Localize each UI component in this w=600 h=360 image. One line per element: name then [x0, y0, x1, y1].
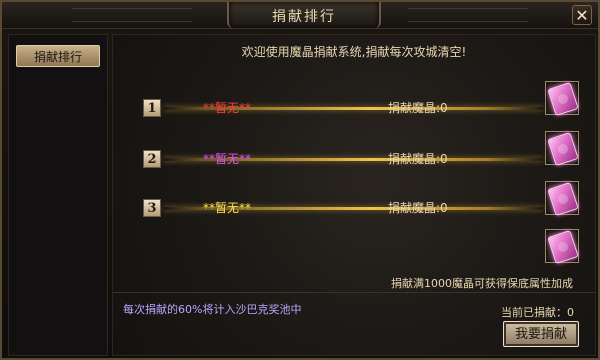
crystal-icon	[547, 229, 579, 265]
title-plate: 捐献排行	[227, 2, 381, 28]
tab-donation-ranking[interactable]: 捐献排行	[16, 45, 100, 67]
donate-button[interactable]: 我要捐献	[503, 321, 579, 347]
rank-row-1: 1 **暂无** 捐献魔晶:0	[113, 95, 543, 133]
rank-number-badge: 1	[143, 99, 161, 117]
rank-number-badge: 2	[143, 150, 161, 168]
main-panel: 欢迎使用魔晶捐献系统,捐献每次攻城清空! 1 **暂无** 捐献魔晶:0 2 *…	[112, 34, 596, 356]
divider	[113, 292, 595, 293]
crystal-icon	[547, 131, 579, 167]
title-ornament-right	[408, 8, 528, 22]
bonus-hint: 捐献满1000魔晶可获得保底属性加成	[391, 277, 573, 290]
current-donation: 当前已捐献：0	[501, 306, 574, 319]
rank-player-name: **暂无**	[203, 101, 252, 115]
title-ornament-left	[72, 8, 192, 22]
sidebar: 捐献排行	[8, 34, 108, 356]
pool-note: 每次捐献的60%将计入沙巴克奖池中	[123, 303, 302, 316]
close-icon[interactable]: ✕	[575, 6, 588, 25]
welcome-text: 欢迎使用魔晶捐献系统,捐献每次攻城清空!	[241, 45, 467, 59]
rank-donation-amount: 捐献魔晶:0	[388, 201, 448, 215]
crystal-icon	[547, 181, 579, 217]
rank-number-badge: 3	[143, 199, 161, 217]
reward-item-slot-bonus[interactable]	[545, 229, 579, 265]
rank-donation-amount: 捐献魔晶:0	[388, 101, 448, 115]
rank-row-2: 2 **暂无** 捐献魔晶:0	[113, 146, 543, 184]
donation-window: 捐献排行 ✕ 捐献排行 欢迎使用魔晶捐献系统,捐献每次攻城清空! 1 **暂无*…	[0, 0, 600, 360]
rank-row-3: 3 **暂无** 捐献魔晶:0	[113, 195, 543, 233]
reward-item-slot-1[interactable]	[545, 81, 579, 117]
window-title: 捐献排行	[272, 9, 336, 25]
rank-player-name: **暂无**	[203, 152, 252, 166]
title-bar: 捐献排行 ✕	[2, 2, 598, 29]
reward-item-slot-2[interactable]	[545, 131, 579, 167]
close-button[interactable]: ✕	[572, 5, 592, 25]
rank-player-name: **暂无**	[203, 201, 252, 215]
rank-donation-amount: 捐献魔晶:0	[388, 152, 448, 166]
crystal-icon	[547, 81, 579, 117]
reward-item-slot-3[interactable]	[545, 181, 579, 217]
